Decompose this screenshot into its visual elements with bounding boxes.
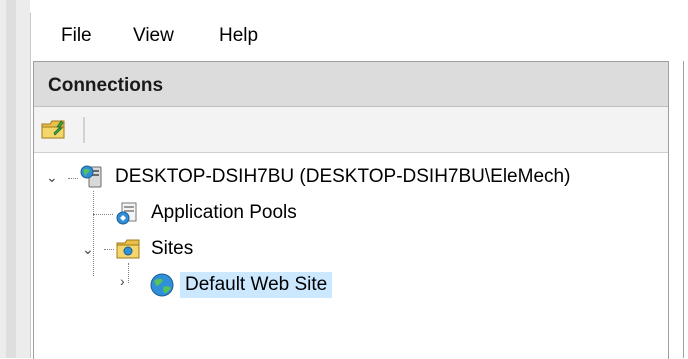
server-icon [80,165,102,188]
menu-view[interactable]: View [125,24,182,48]
tree-node-label: Sites [151,238,194,259]
globe-icon [150,273,174,297]
collapse-chevron-icon[interactable]: › [120,273,125,289]
tree-connector [104,249,114,250]
tree-node-sites[interactable]: Sites [114,233,198,265]
tree-connector [128,263,129,283]
application-pools-icon [116,202,137,225]
connections-header: Connections [34,62,668,107]
connections-title: Connections [48,75,164,96]
connections-tree: ⌄ DESKTOP-DSIH7BU (DESKTOP-DSIH7BU\EleMe… [34,153,668,353]
create-new-connection-button[interactable] [40,116,68,142]
expand-chevron-icon[interactable]: ⌄ [46,169,58,186]
new-connection-icon [41,120,65,139]
panel-splitter[interactable] [683,61,684,358]
tree-node-application-pools[interactable]: Application Pools [114,197,302,229]
tree-connector [93,214,113,215]
tree-node-label: DESKTOP-DSIH7BU (DESKTOP-DSIH7BU\EleMech… [115,166,571,187]
tree-node-label: Application Pools [151,202,297,223]
tree-node-default-web-site[interactable]: Default Web Site [148,269,333,301]
expand-chevron-icon[interactable]: ⌄ [82,241,94,258]
menu-help[interactable]: Help [211,24,266,48]
menu-file[interactable]: File [53,24,100,48]
connections-toolbar [34,107,668,153]
tree-connector [93,191,94,276]
sites-folder-icon [116,239,140,259]
menu-bar: File View Help [31,12,688,58]
tree-node-label: Default Web Site [180,272,333,298]
connections-panel: Connections ⌄ DESKTOP-DSIH7BU (DESKTOP-D… [33,61,669,359]
tree-node-server[interactable]: DESKTOP-DSIH7BU (DESKTOP-DSIH7BU\EleMech… [78,161,575,193]
tree-connector [68,178,78,179]
toolbar-separator [83,117,85,143]
left-window-border [0,0,31,358]
